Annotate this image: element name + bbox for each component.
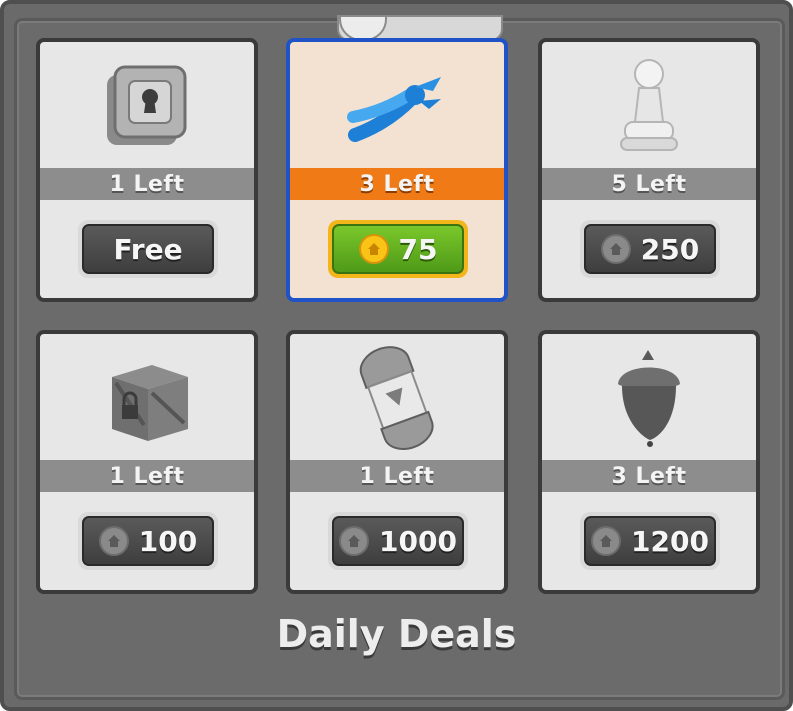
price-label: 75: [398, 232, 438, 266]
deal-card-safe[interactable]: 1 Left Free: [36, 38, 258, 302]
pawn-icon: [542, 42, 756, 172]
panel-title: Daily Deals: [276, 612, 517, 656]
price-label: 250: [640, 232, 700, 266]
house-coin-icon: [339, 526, 370, 556]
buy-crate-button[interactable]: 100: [78, 512, 218, 570]
stock-left-label: 1 Left: [40, 460, 254, 492]
stock-left-label: 5 Left: [542, 168, 756, 200]
stock-left-label: 3 Left: [542, 460, 756, 492]
deal-card-crate[interactable]: 1 Left 100: [36, 330, 258, 594]
price-label: 100: [138, 524, 198, 558]
stock-left-label: 3 Left: [290, 168, 504, 200]
buy-pliers-button[interactable]: 75: [328, 220, 468, 278]
claim-free-button[interactable]: Free: [78, 220, 218, 278]
crate-icon: [40, 334, 254, 464]
buy-pawn-button[interactable]: 250: [580, 220, 720, 278]
price-label: Free: [113, 232, 183, 266]
price-label: 1200: [631, 524, 709, 558]
house-coin-icon: [600, 234, 631, 264]
safe-icon: [40, 42, 254, 172]
stock-left-label: 1 Left: [40, 168, 254, 200]
price-label: 1000: [379, 524, 457, 558]
deal-card-acorn[interactable]: 3 Left 1200: [538, 330, 760, 594]
capsule-icon: [290, 334, 504, 464]
buy-capsule-button[interactable]: 1000: [328, 512, 468, 570]
buy-acorn-button[interactable]: 1200: [580, 512, 720, 570]
stock-left-label: 1 Left: [290, 460, 504, 492]
house-coin-icon: [358, 234, 389, 264]
deal-card-pliers[interactable]: 3 Left 75: [286, 38, 508, 302]
acorn-icon: [542, 334, 756, 464]
pliers-icon: [290, 42, 504, 172]
house-coin-icon: [98, 526, 129, 556]
deal-card-capsule[interactable]: 1 Left 1000: [286, 330, 508, 594]
house-coin-icon: [591, 526, 622, 556]
deal-card-pawn[interactable]: 5 Left 250: [538, 38, 760, 302]
